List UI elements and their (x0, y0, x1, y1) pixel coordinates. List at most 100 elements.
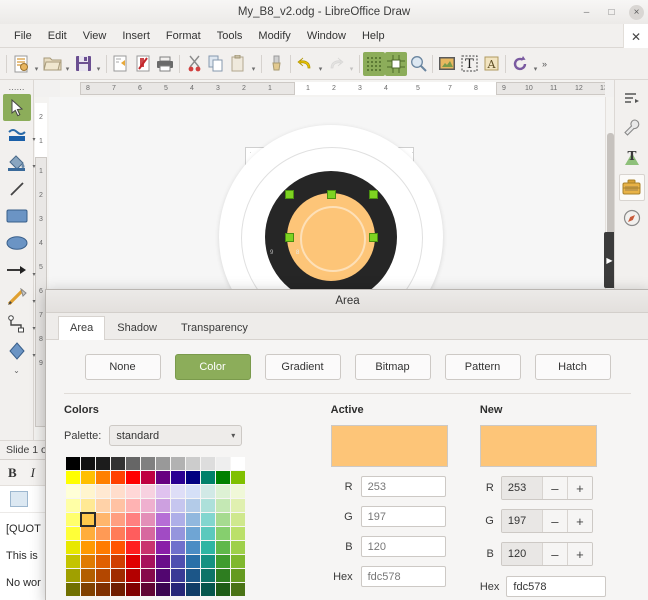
color-swatch[interactable] (66, 555, 80, 568)
color-swatch[interactable] (156, 471, 170, 484)
horizontal-ruler[interactable]: 87 65 43 21 12 34 57 8 910 1112 1314 151… (60, 80, 605, 98)
color-swatch[interactable] (171, 583, 185, 596)
menu-item-insert[interactable]: Insert (114, 28, 158, 44)
fill-pattern-button[interactable]: Pattern (444, 354, 521, 380)
color-swatch[interactable] (171, 569, 185, 582)
color-swatch[interactable] (156, 485, 170, 498)
color-swatch[interactable] (66, 583, 80, 596)
color-swatch[interactable] (141, 583, 155, 596)
export-directly-as-pdf-icon[interactable] (132, 52, 154, 76)
color-swatch[interactable] (201, 583, 215, 596)
drawing-toolbar-overflow-icon[interactable]: ⌄ (13, 366, 20, 375)
color-swatch[interactable] (216, 555, 230, 568)
color-swatch[interactable] (231, 499, 245, 512)
color-swatch[interactable] (231, 471, 245, 484)
color-swatch[interactable] (231, 513, 245, 526)
chevron-down-icon[interactable]: ▾ (32, 271, 35, 278)
color-swatch[interactable] (96, 541, 110, 554)
tab-shadow[interactable]: Shadow (105, 316, 169, 340)
toolbar-overflow-icon[interactable]: » (540, 59, 549, 69)
menu-item-file[interactable]: File (6, 28, 40, 44)
undo-dropdown-icon[interactable]: ▾ (316, 49, 325, 78)
color-swatch[interactable] (141, 457, 155, 470)
color-swatch[interactable] (81, 457, 95, 470)
color-swatch[interactable] (156, 527, 170, 540)
color-swatch[interactable] (216, 583, 230, 596)
color-swatch[interactable] (81, 583, 95, 596)
insert-text-box-icon[interactable]: T (458, 52, 480, 76)
color-swatch[interactable] (231, 541, 245, 554)
menu-item-window[interactable]: Window (299, 28, 354, 44)
color-swatch[interactable] (171, 527, 185, 540)
color-swatch[interactable] (111, 485, 125, 498)
color-swatch[interactable] (201, 513, 215, 526)
color-swatch[interactable] (66, 527, 80, 540)
color-swatch[interactable] (81, 485, 95, 498)
close-document-icon[interactable]: ✕ (623, 24, 648, 50)
tab-area[interactable]: Area (58, 316, 106, 340)
sidebar-item-curves-and-polygons-tool[interactable]: ▾ (3, 283, 36, 310)
color-swatch[interactable] (126, 569, 140, 582)
color-swatch[interactable] (126, 485, 140, 498)
paste-icon[interactable] (227, 52, 249, 76)
color-swatch[interactable] (201, 457, 215, 470)
color-swatch[interactable] (81, 499, 95, 512)
gallery-deck-icon[interactable] (618, 174, 645, 201)
color-swatch[interactable] (156, 583, 170, 596)
color-swatch[interactable] (96, 555, 110, 568)
chevron-down-icon[interactable]: ▾ (32, 325, 35, 332)
styles-deck-icon[interactable]: T (619, 144, 645, 171)
color-swatch[interactable] (171, 457, 185, 470)
sidebar-item-select-tool[interactable] (2, 94, 31, 121)
color-swatch[interactable] (126, 541, 140, 554)
color-swatch[interactable] (141, 569, 155, 582)
color-swatch[interactable] (126, 527, 140, 540)
color-swatch-grid[interactable] (64, 455, 331, 598)
sidebar-item-line-color-tool[interactable]: ▾ (3, 121, 36, 148)
sidebar-item-connectors-tool[interactable]: ▾ (3, 310, 36, 337)
color-swatch[interactable] (231, 555, 245, 568)
color-swatch[interactable] (81, 541, 95, 554)
color-swatch[interactable] (111, 541, 125, 554)
color-swatch[interactable] (81, 569, 95, 582)
minimize-icon[interactable]: – (579, 5, 594, 20)
color-swatch[interactable] (186, 569, 200, 582)
chevron-down-icon[interactable]: ▾ (32, 163, 35, 170)
new-hex-field[interactable]: fdc578 (506, 576, 607, 597)
color-swatch[interactable] (141, 499, 155, 512)
export-pdf-icon[interactable] (110, 52, 132, 76)
color-swatch[interactable] (80, 512, 96, 527)
color-swatch[interactable] (81, 555, 95, 568)
undo-icon[interactable] (294, 52, 316, 76)
selection-handle[interactable] (369, 190, 378, 199)
color-swatch[interactable] (66, 457, 80, 470)
color-swatch[interactable] (141, 471, 155, 484)
menu-item-help[interactable]: Help (354, 28, 393, 44)
save-document-dropdown-icon[interactable]: ▾ (94, 49, 103, 78)
redo-dropdown-icon[interactable]: ▾ (347, 49, 356, 78)
new-g-value[interactable]: 197 (501, 510, 542, 532)
transformations-icon[interactable] (509, 52, 531, 76)
color-swatch[interactable] (66, 541, 80, 554)
color-swatch[interactable] (186, 583, 200, 596)
new-g-decrement-icon[interactable]: – (541, 510, 567, 532)
color-swatch[interactable] (216, 569, 230, 582)
new-r-increment-icon[interactable]: + (566, 477, 592, 499)
italic-icon[interactable]: I (31, 465, 35, 481)
close-icon[interactable]: × (629, 4, 644, 20)
color-swatch[interactable] (156, 513, 170, 526)
color-swatch[interactable] (186, 513, 200, 526)
color-swatch[interactable] (186, 527, 200, 540)
color-swatch[interactable] (231, 569, 245, 582)
new-r-spinner[interactable]: 253 – + (500, 476, 593, 500)
transformations-dropdown-icon[interactable]: ▾ (531, 49, 540, 78)
color-swatch[interactable] (126, 457, 140, 470)
redo-icon[interactable] (325, 52, 347, 76)
color-swatch[interactable] (231, 485, 245, 498)
new-b-value[interactable]: 120 (501, 543, 542, 565)
sidebar-item-basic-shapes-tool[interactable]: ▾ (3, 337, 36, 364)
new-b-decrement-icon[interactable]: – (541, 543, 567, 565)
copy-icon[interactable] (205, 52, 227, 76)
color-swatch[interactable] (171, 555, 185, 568)
color-swatch[interactable] (156, 555, 170, 568)
